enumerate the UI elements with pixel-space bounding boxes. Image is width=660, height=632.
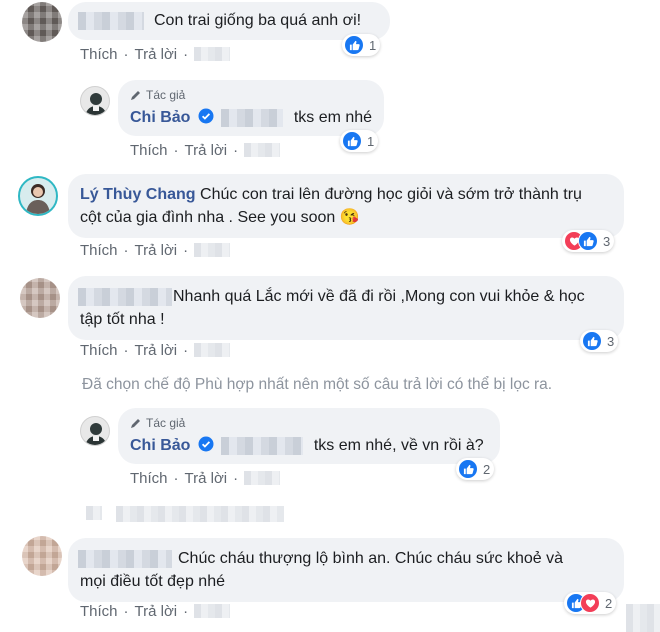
comment-actions: Thích · Trả lời · bbox=[80, 242, 231, 259]
reaction-summary[interactable]: 3 bbox=[580, 330, 619, 352]
like-button[interactable]: Thích bbox=[130, 470, 168, 487]
comment-actions: Thích · Trả lời · bbox=[80, 46, 231, 63]
reply-button[interactable]: Trả lời bbox=[135, 342, 178, 359]
comment-bubble: Chúc cháu thượng lộ bình an. Chúc cháu s… bbox=[68, 538, 624, 602]
love-reaction-icon bbox=[580, 593, 600, 613]
comment-text-line-2: tập tốt nha ! bbox=[80, 311, 165, 328]
like-reaction-icon bbox=[582, 331, 602, 351]
like-button[interactable]: Thích bbox=[80, 46, 118, 63]
comment-actions: Thích · Trả lời · bbox=[80, 342, 231, 359]
comment-text-line-2: cột của gia đình nha . See you soon 😘 bbox=[80, 209, 360, 226]
redacted-mention bbox=[221, 108, 284, 127]
commenter-name[interactable]: Lý Thùy Chang bbox=[80, 186, 196, 203]
redacted-timestamp bbox=[194, 47, 231, 61]
redacted-commenter-name bbox=[78, 12, 144, 30]
commenter-avatar[interactable] bbox=[18, 176, 58, 216]
commenter-name[interactable]: Chi Bảo bbox=[130, 109, 190, 126]
author-badge-label: Tác giả bbox=[146, 88, 186, 102]
reaction-count: 2 bbox=[483, 461, 491, 477]
reply-bubble: Tác giả Chi Bảo tks em nhé bbox=[118, 80, 384, 136]
comment-bubble: Con trai giống ba quá anh ơi! bbox=[68, 2, 390, 40]
comment-text-line-1: Nhanh quá Lắc mới về đã đi rồi ,Mong con… bbox=[173, 288, 585, 305]
verified-badge-icon bbox=[198, 108, 214, 131]
separator-dot: · bbox=[123, 603, 129, 620]
redacted-reply-link[interactable] bbox=[86, 506, 102, 520]
like-reaction-icon bbox=[578, 231, 598, 251]
redacted-timestamp bbox=[194, 604, 231, 618]
separator-dot: · bbox=[183, 46, 189, 63]
separator-dot: · bbox=[173, 142, 179, 159]
reaction-count: 1 bbox=[367, 133, 375, 149]
commenter-avatar[interactable] bbox=[22, 536, 62, 576]
redacted-timestamp bbox=[244, 471, 281, 485]
comment-actions: Thích · Trả lời · bbox=[80, 603, 231, 620]
separator-dot: · bbox=[233, 142, 239, 159]
separator-dot: · bbox=[123, 46, 129, 63]
reply-button[interactable]: Trả lời bbox=[185, 470, 228, 487]
reaction-summary[interactable]: 2 bbox=[564, 592, 617, 614]
separator-dot: · bbox=[123, 242, 129, 259]
redacted-corner-element bbox=[626, 604, 660, 632]
comment-bubble: Nhanh quá Lắc mới về đã đi rồi ,Mong con… bbox=[68, 276, 624, 340]
reply-text: tks em nhé bbox=[293, 109, 373, 126]
like-reaction-icon bbox=[458, 459, 478, 479]
commenter-avatar[interactable] bbox=[22, 2, 62, 42]
comment-text-line-1: Chúc con trai lên đường học giỏi và sớm … bbox=[200, 186, 582, 203]
comment-bubble: Lý Thùy Chang Chúc con trai lên đường họ… bbox=[68, 174, 624, 238]
author-badge: Tác giả bbox=[130, 412, 185, 434]
pencil-icon bbox=[131, 91, 140, 100]
redacted-mention bbox=[221, 436, 304, 455]
separator-dot: · bbox=[173, 470, 179, 487]
like-button[interactable]: Thích bbox=[80, 242, 118, 259]
like-reaction-icon bbox=[344, 35, 364, 55]
redacted-timestamp bbox=[244, 143, 281, 157]
like-reaction-icon bbox=[342, 131, 362, 151]
redacted-commenter-name bbox=[78, 288, 172, 306]
reaction-summary[interactable]: 3 bbox=[562, 230, 615, 252]
separator-dot: · bbox=[183, 242, 189, 259]
filter-notice: Đã chọn chế độ Phù hợp nhất nên một số c… bbox=[82, 376, 553, 393]
reply-bubble: Tác giả Chi Bảo tks em nhé, về vn rồi à? bbox=[118, 408, 500, 464]
reply-actions: Thích · Trả lời · bbox=[130, 470, 281, 487]
like-button[interactable]: Thích bbox=[80, 603, 118, 620]
reply-text: tks em nhé, về vn rồi à? bbox=[313, 437, 484, 454]
reaction-count: 3 bbox=[607, 333, 615, 349]
reaction-summary[interactable]: 1 bbox=[342, 34, 381, 56]
redacted-timestamp bbox=[194, 343, 231, 357]
redacted-reply-link[interactable] bbox=[116, 506, 284, 522]
reply-button[interactable]: Trả lời bbox=[135, 242, 178, 259]
reaction-count: 1 bbox=[369, 37, 377, 53]
like-button[interactable]: Thích bbox=[80, 342, 118, 359]
comment-text: Con trai giống ba quá anh ơi! bbox=[154, 12, 362, 29]
author-avatar[interactable] bbox=[80, 416, 110, 446]
reaction-summary[interactable]: 1 bbox=[340, 130, 379, 152]
separator-dot: · bbox=[183, 603, 189, 620]
pencil-icon bbox=[131, 419, 140, 428]
verified-badge-icon bbox=[198, 436, 214, 459]
redacted-timestamp bbox=[194, 243, 231, 257]
commenter-name[interactable]: Chi Bảo bbox=[130, 437, 190, 454]
author-avatar[interactable] bbox=[80, 86, 110, 116]
separator-dot: · bbox=[183, 342, 189, 359]
reply-button[interactable]: Trả lời bbox=[135, 603, 178, 620]
comment-text: Lý Thùy Chang Chúc con trai lên đường họ… bbox=[80, 184, 582, 206]
reply-actions: Thích · Trả lời · bbox=[130, 142, 281, 159]
separator-dot: · bbox=[233, 470, 239, 487]
reaction-count: 2 bbox=[605, 595, 613, 611]
like-button[interactable]: Thích bbox=[130, 142, 168, 159]
reply-button[interactable]: Trả lời bbox=[185, 142, 228, 159]
redacted-commenter-name bbox=[78, 550, 172, 568]
author-badge-label: Tác giả bbox=[146, 416, 186, 430]
author-badge: Tác giả bbox=[130, 84, 185, 106]
reaction-summary[interactable]: 2 bbox=[456, 458, 495, 480]
reaction-count: 3 bbox=[603, 233, 611, 249]
comment-text-line-2: mọi điều tốt đẹp nhé bbox=[80, 573, 225, 590]
commenter-avatar[interactable] bbox=[20, 278, 60, 318]
separator-dot: · bbox=[123, 342, 129, 359]
comment-text-line-1: Chúc cháu thượng lộ bình an. Chúc cháu s… bbox=[178, 550, 564, 567]
reply-button[interactable]: Trả lời bbox=[135, 46, 178, 63]
